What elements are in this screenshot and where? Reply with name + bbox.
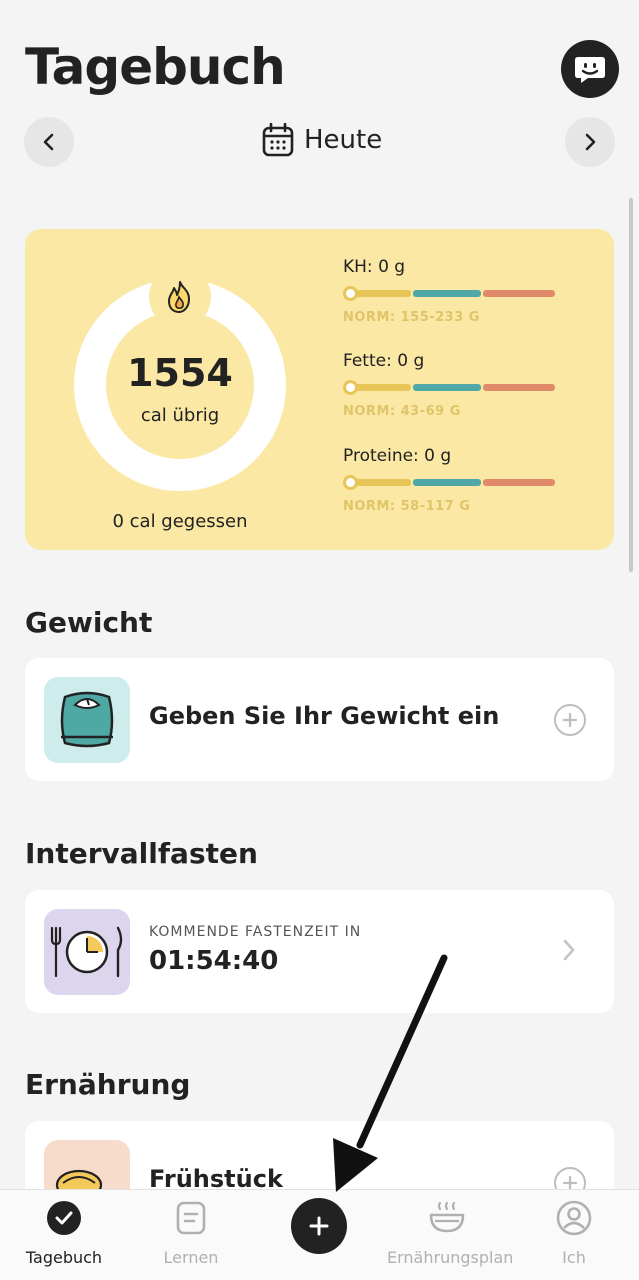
page-title: Tagebuch bbox=[25, 38, 286, 96]
macro-protein-bar bbox=[343, 475, 557, 490]
calendar-icon bbox=[262, 123, 294, 157]
macro-carbs-label: KH: 0 g bbox=[343, 257, 406, 277]
chat-button[interactable] bbox=[561, 40, 619, 98]
scale-icon bbox=[60, 691, 114, 748]
nav-tab-diary-label: Tagebuch bbox=[25, 1248, 103, 1267]
profile-icon bbox=[556, 1200, 592, 1236]
macro-protein-progress-marker bbox=[343, 475, 358, 490]
plus-icon bbox=[309, 1216, 329, 1236]
nav-tab-profile-label: Ich bbox=[562, 1248, 586, 1267]
nav-tab-learn-label: Lernen bbox=[163, 1248, 219, 1267]
fasting-card[interactable]: KOMMENDE FASTENZEIT IN 01:54:40 bbox=[25, 890, 614, 1013]
nav-tab-learn[interactable]: Lernen bbox=[131, 1200, 251, 1267]
fasting-countdown-time: 01:54:40 bbox=[149, 946, 279, 976]
flame-icon bbox=[168, 281, 190, 313]
weight-entry-card[interactable]: Geben Sie Ihr Gewicht ein bbox=[25, 658, 614, 781]
document-icon bbox=[176, 1201, 206, 1235]
add-weight-button[interactable] bbox=[554, 704, 586, 736]
macro-fat-progress-marker bbox=[343, 380, 358, 395]
plate-clock-icon bbox=[50, 926, 123, 978]
check-circle-icon bbox=[47, 1201, 81, 1235]
next-day-button[interactable] bbox=[565, 117, 615, 167]
weight-entry-prompt: Geben Sie Ihr Gewicht ein bbox=[149, 702, 500, 730]
macro-fat-norm: NORM: 43-69 G bbox=[343, 404, 461, 419]
nutrition-section-title: Ernährung bbox=[25, 1068, 191, 1101]
fasting-thumbnail bbox=[44, 909, 130, 995]
chevron-right-icon bbox=[563, 939, 575, 961]
calories-remaining-value: 1554 bbox=[127, 351, 233, 395]
plus-icon bbox=[562, 712, 578, 728]
calories-eaten-label: 0 cal gegessen bbox=[112, 511, 248, 532]
macro-protein: Proteine: 0 g NORM: 58-117 G bbox=[343, 446, 583, 514]
fasting-section-title: Intervallfasten bbox=[25, 837, 258, 870]
chevron-left-icon bbox=[43, 133, 54, 151]
macro-protein-label: Proteine: 0 g bbox=[343, 446, 452, 466]
nav-tab-nutrition-plan-label: Ernährungsplan bbox=[387, 1248, 514, 1267]
date-label: Heute bbox=[304, 125, 383, 155]
fasting-countdown-label: KOMMENDE FASTENZEIT IN bbox=[149, 924, 362, 940]
scale-thumbnail bbox=[44, 677, 130, 763]
macro-carbs-progress-marker bbox=[343, 286, 358, 301]
bowl-icon bbox=[429, 1201, 465, 1233]
macro-fat-bar bbox=[343, 380, 557, 395]
diary-screen: Tagebuch Heute 1554 cal übrig 0 cal gege… bbox=[0, 0, 639, 1280]
nav-tab-nutrition-plan[interactable]: Ernährungsplan bbox=[387, 1200, 514, 1267]
add-entry-button[interactable] bbox=[291, 1198, 347, 1254]
calories-remaining-label: cal übrig bbox=[140, 405, 220, 426]
date-selector[interactable]: Heute bbox=[262, 123, 382, 157]
chevron-right-icon bbox=[585, 133, 596, 151]
calorie-summary-card[interactable]: 1554 cal übrig 0 cal gegessen KH: 0 g NO… bbox=[25, 229, 614, 550]
macro-carbs: KH: 0 g NORM: 155-233 G bbox=[343, 257, 583, 325]
previous-day-button[interactable] bbox=[24, 117, 74, 167]
date-navigator: Heute bbox=[0, 117, 639, 167]
nav-tab-profile[interactable]: Ich bbox=[514, 1200, 634, 1267]
macro-protein-norm: NORM: 58-117 G bbox=[343, 499, 471, 514]
macro-carbs-norm: NORM: 155-233 G bbox=[343, 310, 480, 325]
scrollbar[interactable] bbox=[629, 198, 633, 572]
flame-badge bbox=[149, 266, 211, 328]
weight-section-title: Gewicht bbox=[25, 606, 153, 639]
macro-fat: Fette: 0 g NORM: 43-69 G bbox=[343, 351, 583, 419]
nav-tab-diary[interactable]: Tagebuch bbox=[4, 1200, 124, 1267]
macro-carbs-bar bbox=[343, 286, 557, 301]
macro-fat-label: Fette: 0 g bbox=[343, 351, 425, 371]
smiley-chat-icon bbox=[575, 57, 605, 83]
